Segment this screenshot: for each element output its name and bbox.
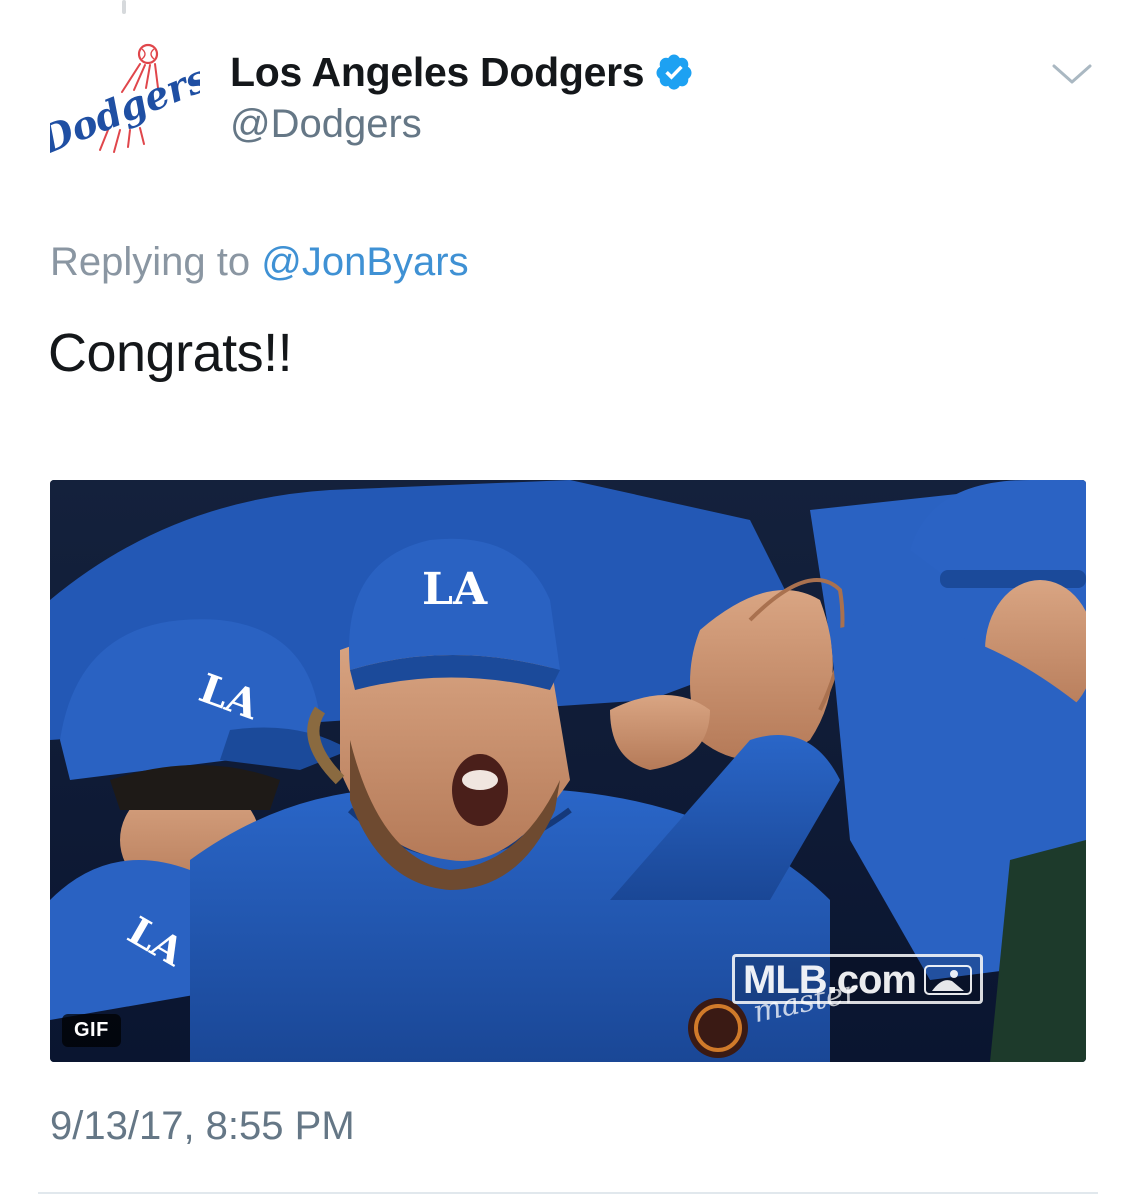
chevron-down-icon[interactable]: [1050, 60, 1094, 88]
author-display-name[interactable]: Los Angeles Dodgers: [230, 49, 645, 96]
avatar-logo-text: Dodgers: [50, 55, 200, 162]
cap-logo-center: LA: [422, 564, 488, 615]
author-block: Los Angeles Dodgers @Dodgers: [230, 44, 694, 147]
reply-context: Replying to @JonByars: [50, 240, 469, 285]
bottom-divider: [38, 1192, 1098, 1194]
tweet-text: Congrats!!: [48, 323, 293, 383]
gif-badge: GIF: [62, 1014, 121, 1047]
reply-mention-link[interactable]: @JonByars: [261, 240, 468, 284]
tweet-media-gif[interactable]: LA LA LA MLB.com master GIF: [50, 480, 1086, 1062]
thread-connector-line: [122, 0, 126, 14]
verified-badge-icon: [656, 54, 692, 90]
author-name-row: Los Angeles Dodgers: [230, 44, 694, 100]
author-handle[interactable]: @Dodgers: [230, 102, 694, 147]
reply-context-prefix: Replying to: [50, 240, 262, 284]
author-avatar[interactable]: Dodgers: [32, 32, 214, 163]
tweet-timestamp[interactable]: 9/13/17, 8:55 PM: [50, 1104, 355, 1149]
dodgers-logo: Dodgers: [32, 43, 214, 163]
mlb-logo-icon: [924, 965, 972, 995]
